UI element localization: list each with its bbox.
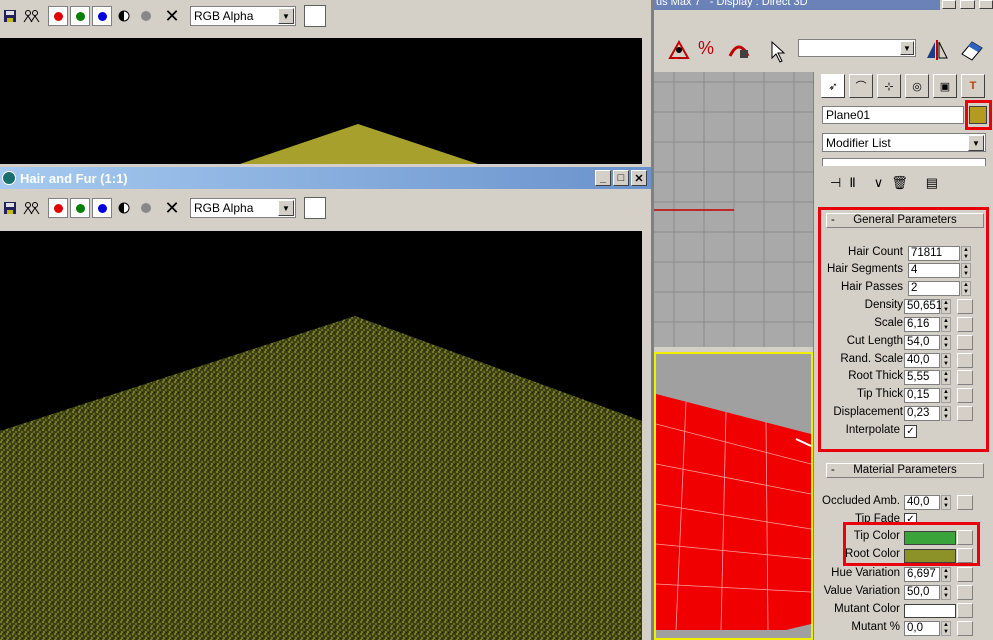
named-selection-set[interactable]: ▼ xyxy=(798,39,916,57)
minimize-button[interactable]: _ xyxy=(595,170,611,186)
maximize-button[interactable]: □ xyxy=(613,170,629,186)
utilities-tab-icon[interactable]: T xyxy=(961,74,985,98)
app-icon xyxy=(2,171,16,185)
max-restore-button[interactable] xyxy=(960,0,975,9)
material-rollout-title: Material Parameters xyxy=(853,464,957,476)
mono-icon[interactable] xyxy=(114,6,134,26)
mutant-percent-field[interactable]: 0,0 xyxy=(904,621,940,636)
hue-variation-label: Hue Variation xyxy=(831,567,900,579)
highlight-general-params xyxy=(818,207,989,452)
spinner-snap-icon[interactable] xyxy=(726,38,752,65)
blue-channel-button[interactable] xyxy=(92,198,112,218)
hue-variation-map-button[interactable] xyxy=(957,567,973,582)
alpha-icon[interactable] xyxy=(136,198,156,218)
fur-window-toolbar: ✕ RGB Alpha ▼ xyxy=(0,195,651,221)
modifier-stack[interactable] xyxy=(822,158,986,166)
fur-render-canvas xyxy=(0,231,642,640)
close-button[interactable]: ✕ xyxy=(631,170,647,186)
fur-window-title: Hair and Fur (1:1) xyxy=(20,170,128,186)
clone-icon[interactable] xyxy=(22,6,42,26)
background-color-swatch[interactable] xyxy=(304,5,326,27)
mutant-color-swatch[interactable] xyxy=(904,604,956,618)
mutant-percent-label: Mutant % xyxy=(851,621,900,633)
mutant-color-map-button[interactable] xyxy=(957,603,973,618)
red-channel-button[interactable] xyxy=(48,198,68,218)
show-end-result-icon[interactable]: Ⅱ xyxy=(849,175,855,191)
max-minimize-button[interactable] xyxy=(942,0,957,9)
max-window-buttons xyxy=(940,0,993,10)
top-viewport[interactable] xyxy=(654,72,813,347)
mutant-percent-spinner[interactable]: ▲ ▼ xyxy=(941,621,951,636)
motion-tab-icon[interactable]: ◎ xyxy=(905,74,929,98)
background-color-swatch[interactable] xyxy=(304,197,326,219)
highlight-colors xyxy=(843,522,980,566)
hierarchy-tab-icon[interactable]: ⊹ xyxy=(877,74,901,98)
mutant-percent-map-button[interactable] xyxy=(957,621,973,636)
object-name-field[interactable]: Plane01 xyxy=(822,106,964,124)
modifier-list-dropdown[interactable]: Modifier List ▼ xyxy=(822,133,986,152)
occluded-amb-map-button[interactable] xyxy=(957,495,973,510)
back-render-canvas xyxy=(0,38,642,164)
make-unique-icon[interactable]: ∨ xyxy=(874,175,884,191)
command-panel-tabs: ➶ ⌒ ⊹ ◎ ▣ T xyxy=(815,74,990,101)
clone-icon[interactable] xyxy=(22,198,42,218)
stack-tools: ⊣ Ⅱ ∨ 🗑 ▤ xyxy=(822,168,986,198)
clear-icon[interactable]: ✕ xyxy=(162,6,182,26)
occluded-amb-label: Occluded Amb. xyxy=(822,495,900,507)
modify-tab-icon[interactable]: ⌒ xyxy=(849,74,873,98)
green-channel-button[interactable] xyxy=(70,6,90,26)
green-channel-button[interactable] xyxy=(70,198,90,218)
alpha-icon[interactable] xyxy=(136,6,156,26)
max-close-button[interactable] xyxy=(978,0,993,9)
named-selection-icon[interactable] xyxy=(766,40,792,67)
blue-channel-button[interactable] xyxy=(92,6,112,26)
highlight-object-color xyxy=(965,100,992,130)
value-variation-field[interactable]: 50,0 xyxy=(904,585,940,600)
hue-variation-field[interactable]: 6,697 xyxy=(904,567,940,582)
back-window-toolbar: ✕ RGB Alpha ▼ xyxy=(0,3,651,29)
channel-select[interactable]: RGB Alpha ▼ xyxy=(190,198,296,218)
occluded-amb-field[interactable]: 40,0 xyxy=(904,495,940,510)
mutant-color-label: Mutant Color xyxy=(834,603,900,615)
pin-stack-icon[interactable]: ⊣ xyxy=(830,175,841,191)
value-variation-spinner[interactable]: ▲ ▼ xyxy=(941,585,951,600)
perspective-viewport[interactable] xyxy=(654,352,813,640)
mirror-icon[interactable] xyxy=(924,38,950,65)
percent-snap-icon[interactable]: % xyxy=(698,38,714,59)
configure-sets-icon[interactable]: ▤ xyxy=(926,175,938,191)
max-titlebar: us Max 7 - Display : Direct 3D xyxy=(654,0,940,10)
align-icon[interactable] xyxy=(958,38,986,65)
material-rollout-header[interactable]: - Material Parameters xyxy=(826,463,984,478)
save-icon[interactable] xyxy=(0,198,20,218)
value-variation-label: Value Variation xyxy=(823,585,900,597)
clear-icon[interactable]: ✕ xyxy=(162,198,182,218)
create-tab-icon[interactable]: ➶ xyxy=(821,74,845,98)
fur-window-titlebar[interactable]: Hair and Fur (1:1) _ □ ✕ xyxy=(0,167,651,189)
max-title: us Max 7 - Display : Direct 3D xyxy=(656,0,808,8)
snap-icon[interactable] xyxy=(666,38,692,65)
red-channel-button[interactable] xyxy=(48,6,68,26)
mono-icon[interactable] xyxy=(114,198,134,218)
display-tab-icon[interactable]: ▣ xyxy=(933,74,957,98)
occluded-amb-spinner[interactable]: ▲ ▼ xyxy=(941,495,951,510)
remove-modifier-icon[interactable]: 🗑 xyxy=(891,175,908,191)
hue-variation-spinner[interactable]: ▲ ▼ xyxy=(941,567,951,582)
channel-select[interactable]: RGB Alpha ▼ xyxy=(190,6,296,26)
save-icon[interactable] xyxy=(0,6,20,26)
value-variation-map-button[interactable] xyxy=(957,585,973,600)
main-toolbar: % ▼ xyxy=(654,30,993,70)
